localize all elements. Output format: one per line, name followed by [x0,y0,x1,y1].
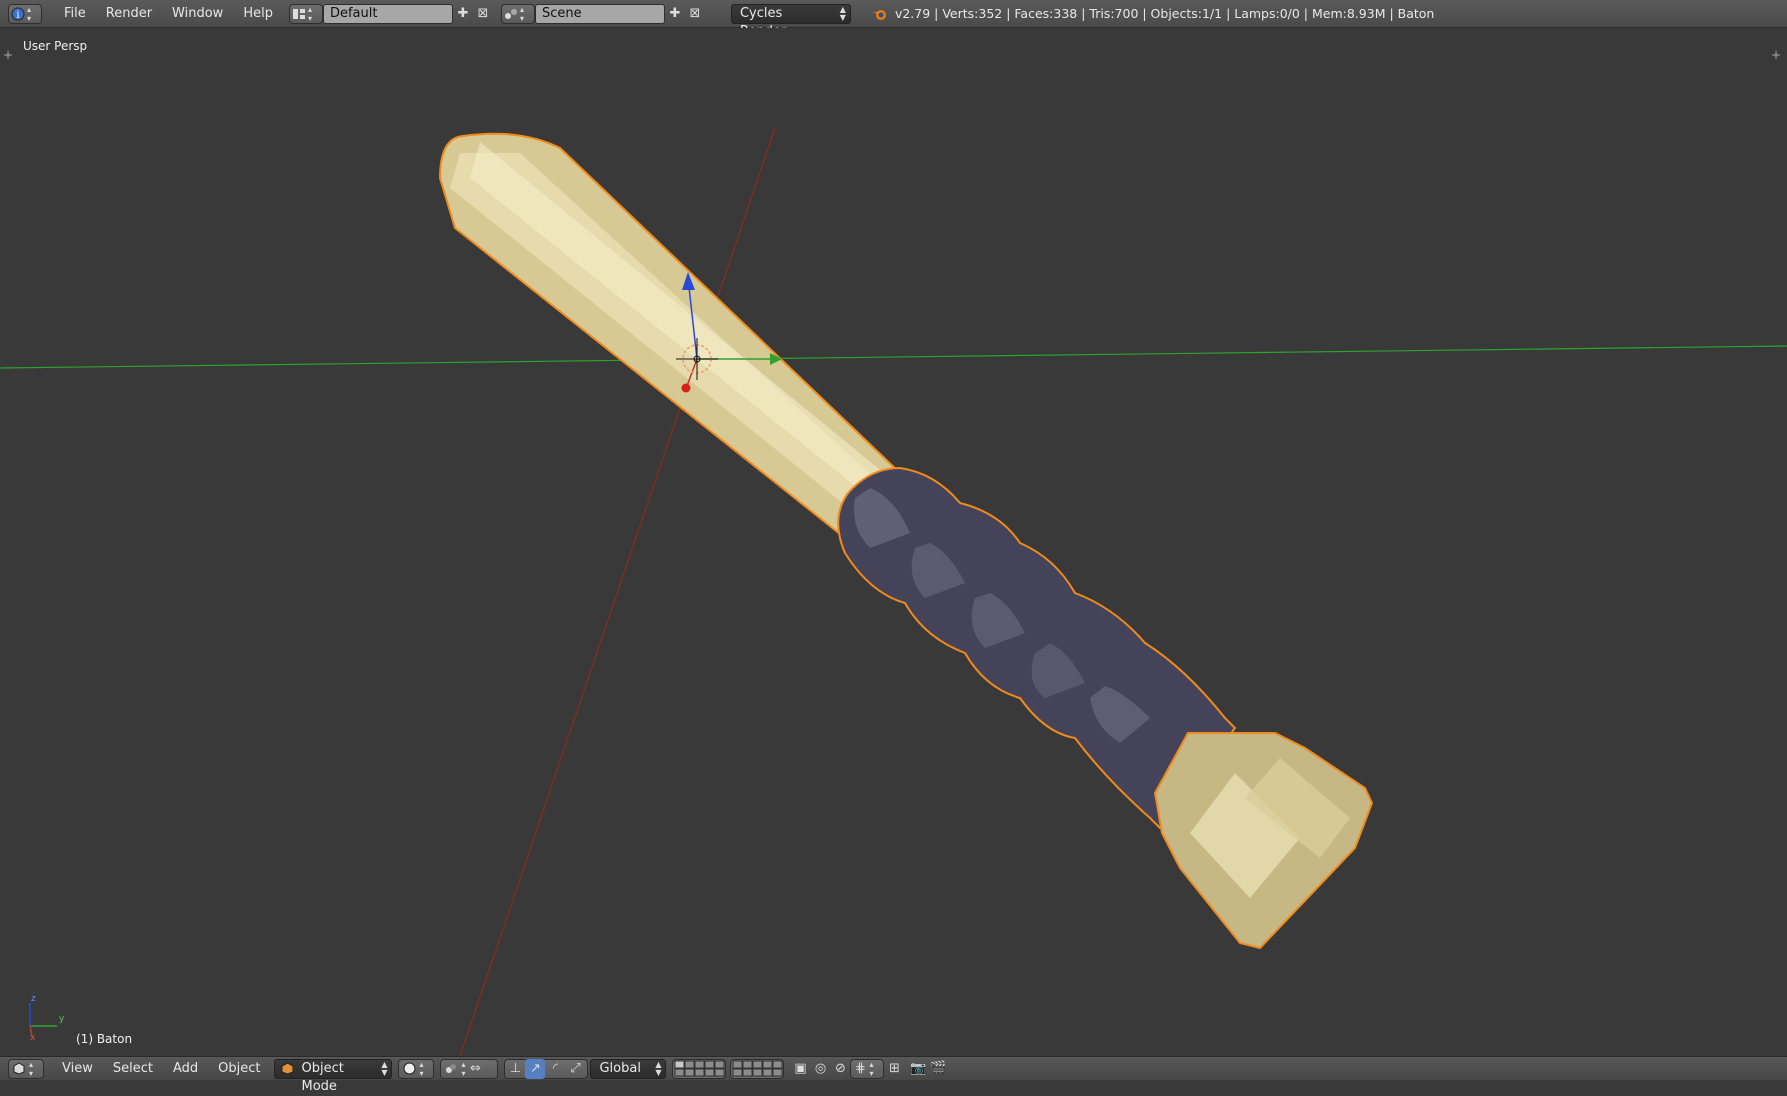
opengl-animation-icon[interactable]: 🎬 [928,1059,948,1079]
manipulator-toggle-icon[interactable]: ⊥ [505,1059,525,1079]
chevron-updown-icon: ▲ ▼ [655,1059,662,1077]
menu-view[interactable]: View [52,1057,103,1081]
chevron-updown-icon: ▴ ▾ [27,4,32,23]
menu-help[interactable]: Help [233,2,283,26]
scene-stats: v2.79 | Verts:352 | Faces:338 | Tris:700… [894,6,1435,21]
menu-object[interactable]: Object [208,1057,270,1081]
chevron-updown-icon: ▴ ▾ [519,4,524,23]
proportional-edit-icon[interactable]: ◎ [810,1059,830,1079]
layer-lock-icon[interactable]: ▣ [790,1059,810,1079]
mode-dropdown[interactable]: Object Mode ▲ ▼ [274,1058,393,1094]
solid-shading-icon [399,1059,419,1079]
axis-x-label: x [30,1033,36,1043]
axis-z-label: z [31,994,36,1004]
3d-view-header: ▴ ▾ View Select Add Object Object Mode ▲ ▼… [0,1056,1787,1094]
baton-mesh [438,132,1374,950]
scene-layers-group-2[interactable] [730,1058,785,1079]
close-scene-icon[interactable]: ⊠ [685,4,705,24]
snap-increment-icon: ⋕ [855,1061,866,1076]
mode-label: Object Mode [301,1060,344,1094]
axis-y-label: y [59,1014,65,1024]
add-layout-icon[interactable]: ✚ [453,4,473,24]
snap-element-selector[interactable]: ⋕ ▴ ▾ [850,1058,885,1079]
chevron-updown-icon: ▴ ▾ [869,1059,874,1078]
3d-viewport[interactable]: User Persp + + y z x (1) Baton [0,28,1787,1056]
manipulate-center-icon[interactable]: ⇔ [466,1059,486,1079]
rotate-manipulator-icon[interactable]: ◜ [545,1059,565,1079]
orientation-label: Global [599,1060,641,1076]
object-mode-icon [281,1061,294,1081]
scene-layers-group-1[interactable] [672,1058,727,1079]
info-icon: i [9,4,27,24]
viewport-shading-selector[interactable]: ▴ ▾ [398,1058,435,1079]
info-header: i ▴ ▾ File Render Window Help ▴ ▾ Default … [0,0,1787,39]
active-object-label: (1) Baton [76,1032,133,1046]
render-engine-dropdown[interactable]: Cycles Render ▲▼ [730,3,851,39]
scene-canvas [0,127,1787,1056]
transform-orientation-dropdown[interactable]: Global ▲ ▼ [590,1058,667,1079]
chevron-updown-icon: ▴ ▾ [307,4,312,23]
scale-manipulator-icon[interactable]: ⤢ [565,1059,585,1079]
cube-view-icon [9,1059,29,1079]
chevron-updown-icon: ▲ ▼ [381,1059,388,1077]
snap-magnet-icon[interactable]: ⊘ [830,1059,850,1079]
menu-add[interactable]: Add [163,1057,208,1081]
opengl-render-icon[interactable]: 📷 [908,1059,928,1079]
add-scene-icon[interactable]: ✚ [665,4,685,24]
manipulator-group: ⊥ ↗ ◜ ⤢ [504,1058,589,1079]
svg-text:i: i [16,10,19,21]
view-axis-widget [29,1003,57,1037]
menu-window[interactable]: Window [162,2,233,26]
chevron-updown-icon: ▴ ▾ [419,1059,424,1078]
layout-grid-icon [290,4,308,24]
x-arrow-icon [681,383,691,393]
close-layout-icon[interactable]: ⊠ [473,4,493,24]
scene-name-field[interactable]: Scene [534,3,665,24]
scene-icon [502,4,520,24]
menu-select[interactable]: Select [103,1057,163,1081]
blender-logo-icon [869,4,889,24]
layout-selector[interactable]: ▴ ▾ [288,3,323,24]
scene-selector[interactable]: ▴ ▾ [500,3,535,24]
editor-type-selector[interactable]: i ▴ ▾ [8,3,42,24]
chevron-updown-icon: ▴ ▾ [29,1059,34,1078]
snap-target-icon[interactable]: ⊞ [884,1059,904,1079]
editor-type-selector-3d[interactable]: ▴ ▾ [8,1058,44,1079]
pivot-selector[interactable]: ▴ ▾ ⇔ [440,1058,499,1079]
menu-render[interactable]: Render [96,2,162,26]
y-axis-line [0,345,1787,369]
layout-name-field[interactable]: Default [322,3,453,24]
menu-file[interactable]: File [54,2,96,26]
chevron-updown-icon: ▲ ▼ [839,4,846,22]
translate-manipulator-icon[interactable]: ↗ [525,1058,546,1079]
pivot-point-icon [441,1059,461,1079]
